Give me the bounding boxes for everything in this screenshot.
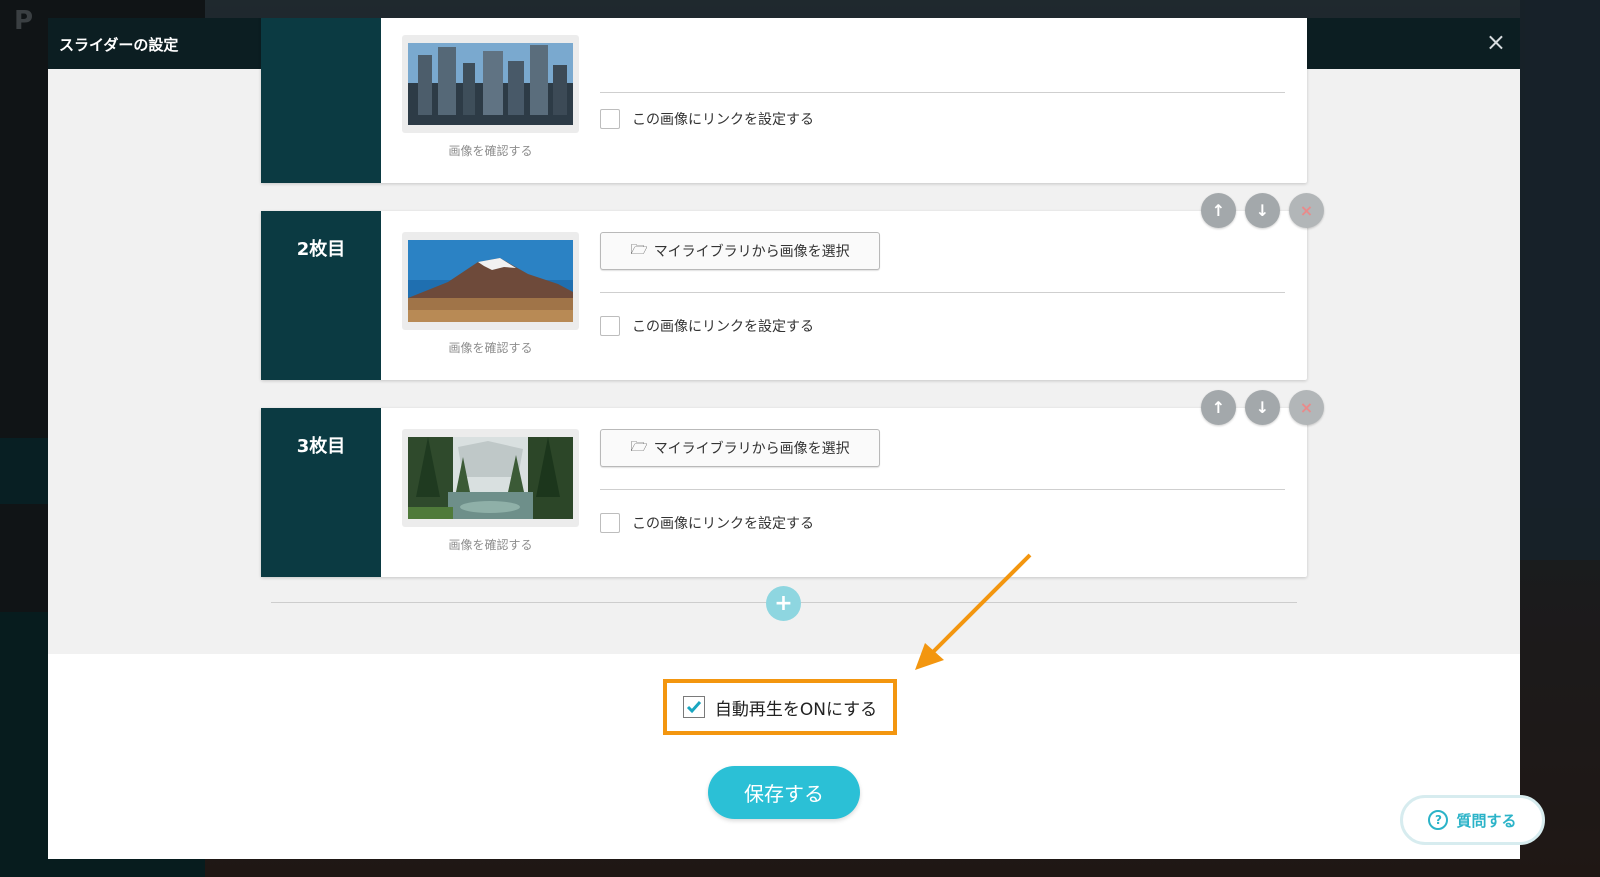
confirm-image-link[interactable]: 画像を確認する	[402, 536, 579, 553]
select-from-library-button[interactable]: 🗁 マイライブラリから画像を選択	[600, 232, 880, 270]
link-checkbox-label: この画像にリンクを設定する	[632, 112, 814, 128]
close-icon[interactable]: ×	[1486, 28, 1506, 56]
slider-settings-modal: スライダーの設定 × 画像を確認する この画像にリンクを設定する 2枚目 画像を…	[48, 18, 1520, 859]
link-checkbox[interactable]	[600, 316, 620, 336]
help-button[interactable]: ? 質問する	[1400, 795, 1545, 845]
slide-thumbnail-frame[interactable]	[402, 232, 579, 330]
link-checkbox[interactable]	[600, 513, 620, 533]
slide-number	[261, 18, 381, 183]
slide-list[interactable]: 画像を確認する この画像にリンクを設定する 2枚目 画像を確認する 🗁 マイライ…	[48, 18, 1520, 654]
modal-title: スライダーの設定	[59, 37, 179, 54]
link-checkbox-label: この画像にリンクを設定する	[632, 319, 814, 335]
move-down-icon[interactable]: ↓	[1245, 390, 1280, 425]
slide-card-3: 3枚目 画像を確認する 🗁 マイライブラリから画像を選択 この画像にリンクを設定…	[261, 408, 1307, 577]
link-checkbox-label: この画像にリンクを設定する	[632, 516, 814, 532]
help-button-label: 質問する	[1456, 811, 1517, 830]
autoplay-checkbox[interactable]	[682, 696, 705, 718]
card-divider	[600, 489, 1285, 490]
city-skyline-image	[408, 43, 573, 125]
select-from-library-button[interactable]: 🗁 マイライブラリから画像を選択	[600, 429, 880, 467]
link-option: この画像にリンクを設定する	[600, 513, 814, 533]
mountain-desert-image	[408, 240, 573, 322]
forest-lake-image	[408, 437, 573, 519]
link-option: この画像にリンクを設定する	[600, 109, 814, 129]
link-checkbox[interactable]	[600, 109, 620, 129]
card-divider	[600, 292, 1285, 293]
move-up-icon[interactable]: ↑	[1201, 193, 1236, 228]
autoplay-label: 自動再生をONにする	[714, 699, 878, 720]
slide-2-controls: ↑ ↓ ×	[1201, 193, 1324, 228]
move-down-icon[interactable]: ↓	[1245, 193, 1280, 228]
confirm-image-link[interactable]: 画像を確認する	[402, 142, 579, 159]
question-icon: ?	[1428, 810, 1449, 830]
folder-icon: 🗁	[630, 242, 648, 258]
delete-icon[interactable]: ×	[1289, 390, 1324, 425]
folder-icon: 🗁	[630, 439, 648, 455]
save-button[interactable]: 保存する	[708, 766, 860, 819]
slide-thumbnail-frame[interactable]	[402, 429, 579, 527]
confirm-image-link[interactable]: 画像を確認する	[402, 339, 579, 356]
link-option: この画像にリンクを設定する	[600, 316, 814, 336]
checkmark-icon	[686, 701, 701, 714]
slide-number: 2枚目	[261, 211, 381, 380]
slide-thumbnail-frame[interactable]	[402, 35, 579, 133]
slide-number: 3枚目	[261, 408, 381, 577]
card-divider	[600, 92, 1285, 93]
move-up-icon[interactable]: ↑	[1201, 390, 1236, 425]
autoplay-option-highlight: 自動再生をONにする	[663, 679, 897, 735]
add-slide-icon[interactable]: +	[766, 586, 801, 621]
delete-icon[interactable]: ×	[1289, 193, 1324, 228]
slide-card-2: 2枚目 画像を確認する 🗁 マイライブラリから画像を選択 この画像にリンクを設定…	[261, 211, 1307, 380]
slide-card-1: 画像を確認する この画像にリンクを設定する	[261, 18, 1307, 183]
slide-3-controls: ↑ ↓ ×	[1201, 390, 1324, 425]
